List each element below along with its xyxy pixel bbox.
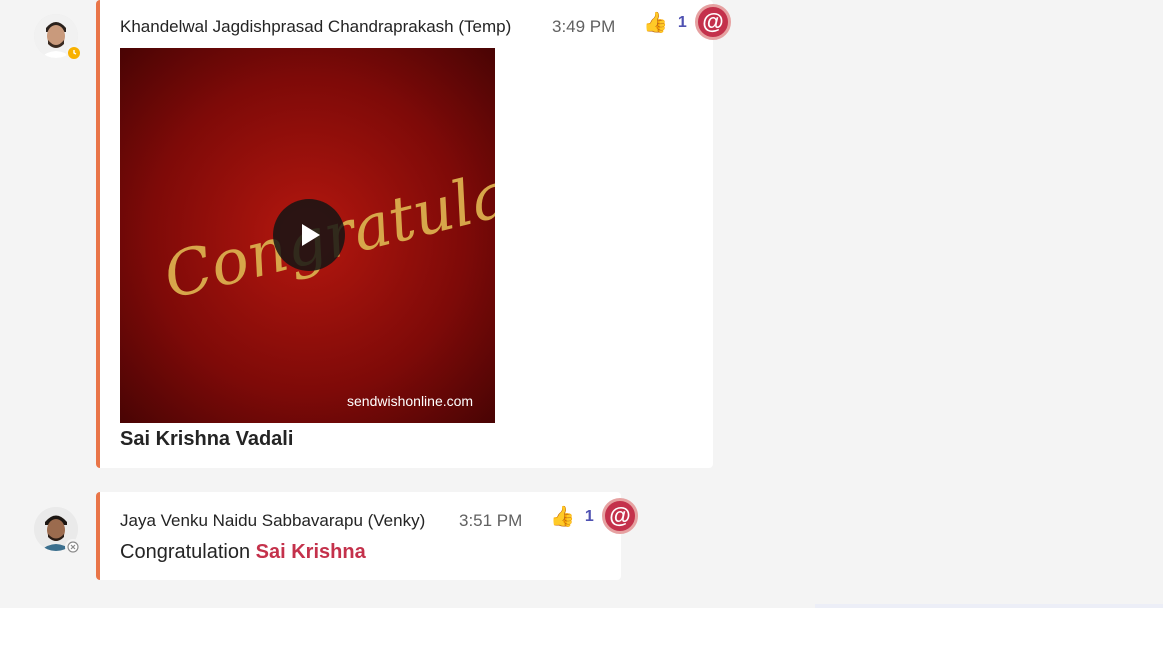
message-time: 3:51 PM: [459, 511, 523, 530]
sender-name: Jaya Venku Naidu Sabbavarapu (Venky): [120, 511, 426, 530]
message-body: Congratulation: [120, 541, 256, 563]
mention-icon: @: [695, 4, 731, 40]
mention-icon: @: [602, 498, 638, 534]
mention-link[interactable]: Sai Krishna: [256, 541, 366, 563]
presence-away-icon: [66, 45, 82, 61]
message-time: 3:49 PM: [552, 17, 616, 36]
chat-area: Khandelwal Jagdishprasad Chandraprakash …: [0, 0, 1163, 608]
thumbs-up-icon: 👍: [643, 12, 668, 34]
play-button[interactable]: [273, 199, 345, 271]
reaction-like[interactable]: 👍 1: [643, 12, 687, 34]
image-watermark: sendwishonline.com: [347, 393, 474, 409]
message-bubble[interactable]: [96, 492, 621, 580]
presence-offline-icon: [65, 539, 81, 555]
mention-link[interactable]: Sai Krishna Vadali: [120, 428, 293, 451]
message-text: Congratulation Sai Krishna: [120, 541, 366, 564]
sender-name: Khandelwal Jagdishprasad Chandraprakash …: [120, 17, 512, 36]
video-thumbnail[interactable]: Congratulations sendwishonline.com: [120, 48, 495, 423]
thumbs-up-icon: 👍: [550, 506, 575, 528]
reaction-count: 1: [584, 508, 594, 525]
compose-area[interactable]: [0, 608, 1163, 648]
reaction-count: 1: [677, 14, 687, 31]
reaction-like[interactable]: 👍 1: [550, 506, 594, 528]
play-icon: [302, 224, 320, 246]
